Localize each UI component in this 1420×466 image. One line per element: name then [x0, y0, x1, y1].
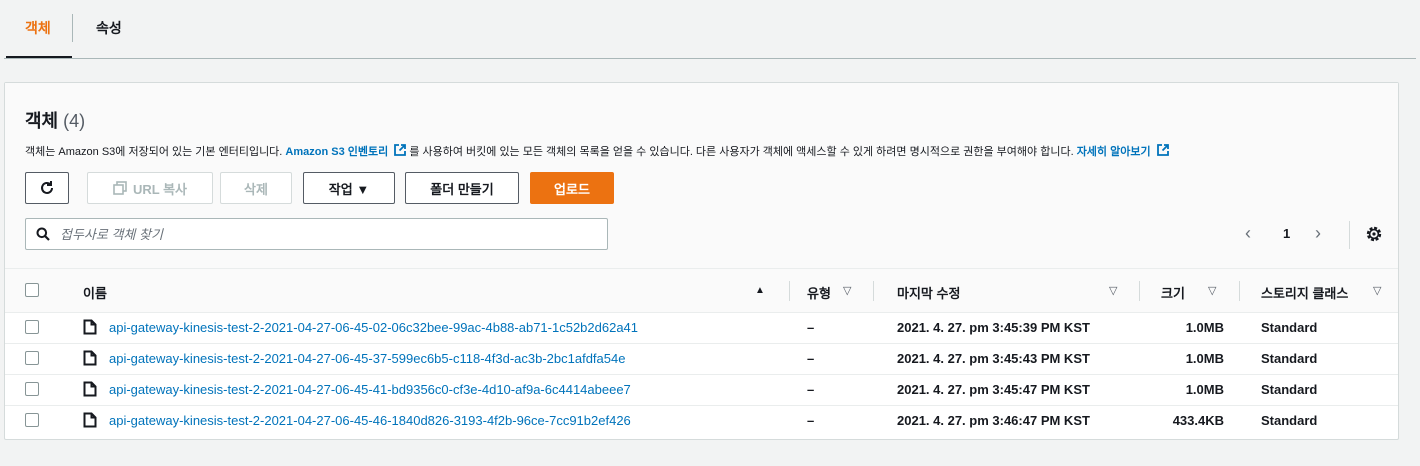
inventory-link[interactable]: Amazon S3 인벤토리 — [285, 146, 388, 158]
object-storage-class: Standard — [1261, 351, 1318, 366]
table-header: 이름 ▲ 유형 ▽ 마지막 수정 ▽ 크기 ▽ 스토리지 클래스 ▽ — [5, 268, 1398, 313]
learn-more-link[interactable]: 자세히 알아보기 — [1077, 146, 1151, 158]
file-icon — [83, 381, 97, 397]
file-icon — [83, 350, 97, 366]
column-header-storage-class[interactable]: 스토리지 클래스 — [1261, 283, 1348, 302]
search-icon — [36, 227, 50, 241]
column-header-name[interactable]: 이름 — [83, 283, 107, 302]
sort-ascending-icon[interactable]: ▲ — [755, 285, 765, 296]
actions-dropdown[interactable]: 작업 ▼ — [303, 172, 395, 204]
sort-caret-icon[interactable]: ▽ — [843, 284, 851, 297]
previous-page-button[interactable]: ‹ — [1245, 223, 1251, 244]
gear-icon[interactable] — [1365, 225, 1383, 243]
refresh-icon — [41, 181, 53, 194]
table-row[interactable]: api-gateway-kinesis-test-2-2021-04-27-06… — [5, 313, 1398, 344]
table-row[interactable]: api-gateway-kinesis-test-2-2021-04-27-06… — [5, 344, 1398, 375]
sort-caret-icon[interactable]: ▽ — [1109, 284, 1117, 297]
object-name-link[interactable]: api-gateway-kinesis-test-2-2021-04-27-06… — [109, 382, 631, 397]
object-type: – — [807, 351, 815, 366]
panel-title-text: 객체 — [25, 111, 59, 131]
panel-header: 객체 (4) 객체는 Amazon S3에 저장되어 있는 기본 엔터티입니다.… — [5, 83, 1398, 268]
copy-icon — [113, 181, 127, 195]
panel-description: 객체는 Amazon S3에 저장되어 있는 기본 엔터티입니다. Amazon… — [25, 143, 1172, 159]
column-divider — [1239, 281, 1240, 301]
object-name-link[interactable]: api-gateway-kinesis-test-2-2021-04-27-06… — [109, 351, 625, 366]
tab-divider — [72, 14, 73, 42]
column-divider — [1139, 281, 1140, 301]
object-last-modified: 2021. 4. 27. pm 3:45:39 PM KST — [897, 320, 1090, 335]
sort-caret-icon[interactable]: ▽ — [1208, 284, 1216, 297]
object-size: 1.0MB — [1185, 320, 1224, 335]
column-header-modified[interactable]: 마지막 수정 — [897, 283, 960, 302]
current-page-number[interactable]: 1 — [1283, 226, 1290, 241]
description-text-2: 를 사용하여 버킷에 있는 모든 객체의 목록을 얻을 수 있습니다. 다른 사… — [409, 146, 1077, 158]
object-size: 1.0MB — [1185, 382, 1224, 397]
sort-caret-icon[interactable]: ▽ — [1373, 284, 1381, 297]
row-checkbox[interactable] — [25, 320, 39, 334]
object-storage-class: Standard — [1261, 320, 1318, 335]
object-name-link[interactable]: api-gateway-kinesis-test-2-2021-04-27-06… — [109, 413, 631, 428]
refresh-button[interactable] — [25, 172, 69, 204]
object-last-modified: 2021. 4. 27. pm 3:45:43 PM KST — [897, 351, 1090, 366]
object-type: – — [807, 320, 815, 335]
create-folder-button[interactable]: 폴더 만들기 — [405, 172, 519, 204]
object-count: (4) — [63, 111, 86, 131]
s3-objects-page: 객체 속성 객체 (4) 객체는 Amazon S3에 저장되어 있는 기본 엔… — [0, 0, 1420, 466]
object-size: 433.4KB — [1172, 413, 1224, 428]
object-size: 1.0MB — [1185, 351, 1224, 366]
copy-url-button[interactable]: URL 복사 — [87, 172, 213, 204]
column-divider — [873, 281, 874, 301]
select-all-checkbox[interactable] — [25, 283, 39, 297]
tab-bar: 객체 속성 — [0, 0, 1420, 60]
object-last-modified: 2021. 4. 27. pm 3:46:47 PM KST — [897, 413, 1090, 428]
file-icon — [83, 319, 97, 335]
object-storage-class: Standard — [1261, 413, 1318, 428]
objects-panel: 객체 (4) 객체는 Amazon S3에 저장되어 있는 기본 엔터티입니다.… — [4, 82, 1399, 440]
column-header-type[interactable]: 유형 — [807, 283, 831, 302]
search-input[interactable] — [58, 220, 598, 248]
row-checkbox[interactable] — [25, 413, 39, 427]
external-link-icon[interactable] — [1156, 143, 1170, 157]
object-type: – — [807, 413, 815, 428]
delete-button[interactable]: 삭제 — [220, 172, 292, 204]
panel-title: 객체 (4) — [25, 107, 85, 133]
row-checkbox[interactable] — [25, 351, 39, 365]
file-icon — [83, 412, 97, 428]
next-page-button[interactable]: › — [1315, 223, 1321, 244]
tab-bar-divider — [4, 58, 1416, 59]
object-storage-class: Standard — [1261, 382, 1318, 397]
tab-properties[interactable]: 속성 — [96, 18, 122, 38]
object-type: – — [807, 382, 815, 397]
pagination: ‹ 1 › — [1245, 221, 1395, 249]
column-header-size[interactable]: 크기 — [1161, 283, 1185, 302]
table-row[interactable]: api-gateway-kinesis-test-2-2021-04-27-06… — [5, 406, 1398, 437]
upload-button[interactable]: 업로드 — [530, 172, 614, 204]
copy-url-label: URL 복사 — [132, 181, 187, 197]
table-row[interactable]: api-gateway-kinesis-test-2-2021-04-27-06… — [5, 375, 1398, 406]
pagination-divider — [1349, 221, 1350, 249]
external-link-icon[interactable] — [393, 143, 407, 157]
object-last-modified: 2021. 4. 27. pm 3:45:47 PM KST — [897, 382, 1090, 397]
tab-objects[interactable]: 객체 — [25, 18, 51, 38]
search-box — [25, 218, 608, 250]
column-divider — [789, 281, 790, 301]
description-text-1: 객체는 Amazon S3에 저장되어 있는 기본 엔터티입니다. — [25, 146, 286, 158]
object-name-link[interactable]: api-gateway-kinesis-test-2-2021-04-27-06… — [109, 320, 638, 335]
row-checkbox[interactable] — [25, 382, 39, 396]
